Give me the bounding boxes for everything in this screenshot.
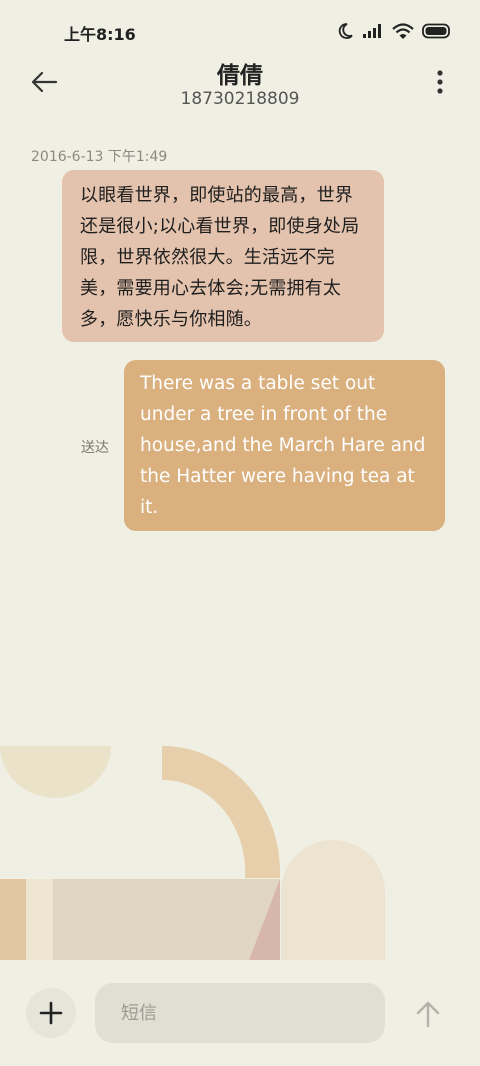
moon-icon bbox=[336, 22, 354, 40]
send-button[interactable] bbox=[412, 998, 444, 1030]
add-attachment-button[interactable] bbox=[26, 988, 76, 1038]
contact-name: 倩倩 bbox=[217, 63, 263, 89]
outgoing-message-bubble[interactable]: There was a table set out under a tree i… bbox=[124, 360, 445, 531]
plus-icon bbox=[39, 1001, 63, 1025]
outgoing-message-text: There was a table set out under a tree i… bbox=[140, 373, 426, 518]
status-icons bbox=[336, 22, 452, 40]
delivery-status: 送达 bbox=[81, 440, 109, 456]
wifi-icon bbox=[392, 22, 414, 40]
incoming-message-text: 以眼看世界，即使站的最高，世界还是很小;以心看世界，即使身处局限，世界依然很大。… bbox=[80, 185, 360, 330]
message-timestamp: 2016-6-13 下午1:49 bbox=[31, 149, 168, 165]
message-input[interactable] bbox=[95, 983, 385, 1043]
status-bar: 上午8:16 bbox=[0, 0, 480, 60]
contact-phone: 18730218809 bbox=[180, 89, 300, 109]
decorative-background-shapes bbox=[0, 746, 385, 960]
more-vert-icon bbox=[437, 70, 443, 94]
more-options-button[interactable] bbox=[436, 69, 444, 97]
send-arrow-up-icon bbox=[416, 1001, 440, 1028]
incoming-message-bubble[interactable]: 以眼看世界，即使站的最高，世界还是很小;以心看世界，即使身处局限，世界依然很大。… bbox=[62, 170, 384, 342]
composer-bar bbox=[0, 960, 480, 1066]
status-time: 上午8:16 bbox=[64, 25, 136, 44]
battery-icon bbox=[422, 23, 452, 39]
signal-icon bbox=[362, 23, 384, 39]
conversation-header: 倩倩 18730218809 bbox=[0, 56, 480, 112]
